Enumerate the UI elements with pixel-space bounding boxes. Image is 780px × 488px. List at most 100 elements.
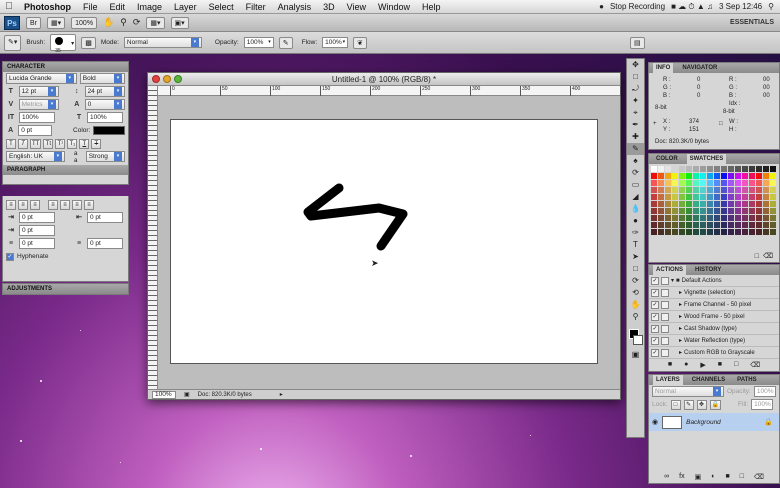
swatch[interactable]: [721, 166, 727, 172]
apple-menu-icon[interactable]: : [0, 1, 18, 12]
swatch[interactable]: [714, 229, 720, 235]
swatch[interactable]: [728, 229, 734, 235]
swatch[interactable]: [707, 173, 713, 179]
adjustments-panel-header[interactable]: ADJUSTMENTS: [3, 284, 128, 294]
swatch[interactable]: [686, 208, 692, 214]
swatch[interactable]: [721, 194, 727, 200]
opacity-field[interactable]: 100% ▾: [243, 37, 274, 48]
fill-field[interactable]: 100%: [751, 399, 774, 410]
minimize-window-button[interactable]: [163, 75, 171, 83]
swatch[interactable]: [756, 173, 762, 179]
tool-preset-picker[interactable]: ✎▾: [4, 34, 22, 51]
move-tool-icon[interactable]: ✥: [627, 59, 644, 71]
stop-recording-button[interactable]: Stop Recording: [610, 2, 665, 11]
swatch[interactable]: [700, 173, 706, 179]
swatch[interactable]: [770, 194, 776, 200]
first-line-indent-field[interactable]: 0 pt: [19, 225, 55, 236]
swatch[interactable]: [665, 201, 671, 207]
brush-panel-toggle[interactable]: ▩: [81, 36, 96, 49]
action-toggle[interactable]: ✓: [651, 276, 659, 285]
swatch[interactable]: [672, 166, 678, 172]
faux-italic-button[interactable]: T: [18, 138, 28, 149]
swatch[interactable]: [742, 166, 748, 172]
swatch[interactable]: [672, 229, 678, 235]
brush-tool-icon[interactable]: ✎: [627, 143, 644, 155]
swatch[interactable]: [686, 187, 692, 193]
swatch[interactable]: [756, 194, 762, 200]
disclosure-icon[interactable]: ▸: [679, 325, 682, 332]
swatch[interactable]: [735, 180, 741, 186]
adjustment-layer-icon[interactable]: ◐: [711, 473, 715, 481]
swatch[interactable]: [763, 208, 769, 214]
action-toggle[interactable]: ✓: [651, 300, 659, 309]
marquee-tool-icon[interactable]: □: [627, 71, 644, 83]
swatch[interactable]: [707, 166, 713, 172]
tab-color[interactable]: COLOR: [653, 154, 681, 164]
3d-orbit-tool-icon[interactable]: ⟲: [627, 287, 644, 299]
swatch[interactable]: [679, 187, 685, 193]
action-set-default[interactable]: ✓ ▾ ■ Default Actions: [649, 275, 779, 287]
swatch[interactable]: [658, 166, 664, 172]
hyphenate-checkbox[interactable]: ✓: [6, 252, 14, 261]
swatch[interactable]: [672, 194, 678, 200]
swatch[interactable]: [693, 166, 699, 172]
swatch[interactable]: [693, 208, 699, 214]
zoom-tool-icon[interactable]: ⚲: [627, 311, 644, 323]
swatch[interactable]: [749, 194, 755, 200]
swatch[interactable]: [770, 222, 776, 228]
swatch[interactable]: [770, 166, 776, 172]
layer-name[interactable]: Background: [686, 419, 721, 426]
tab-channels[interactable]: CHANNELS: [689, 375, 728, 385]
swatch[interactable]: [749, 187, 755, 193]
swatch[interactable]: [735, 194, 741, 200]
swatch[interactable]: [693, 187, 699, 193]
add-mask-icon[interactable]: ▣: [695, 473, 702, 481]
swatch[interactable]: [721, 229, 727, 235]
tab-info[interactable]: INFO: [653, 63, 674, 73]
rotate-view-icon[interactable]: ⟳: [133, 17, 141, 28]
play-icon[interactable]: ▶: [700, 361, 705, 369]
swatch[interactable]: [749, 201, 755, 207]
swatch[interactable]: [749, 166, 755, 172]
font-family-select[interactable]: Lucida Grande ▾: [6, 73, 77, 84]
workspace-switcher[interactable]: ESSENTIALS: [730, 19, 774, 26]
swatch[interactable]: [728, 180, 734, 186]
swatch[interactable]: [665, 222, 671, 228]
new-layer-icon[interactable]: □: [740, 473, 744, 481]
swatch[interactable]: [770, 215, 776, 221]
swatch[interactable]: [749, 208, 755, 214]
vertical-scale-field[interactable]: 100%: [19, 112, 55, 123]
vertical-ruler[interactable]: [148, 86, 158, 389]
swatch[interactable]: [756, 215, 762, 221]
swatch[interactable]: [693, 201, 699, 207]
lasso-tool-icon[interactable]: ⤾: [627, 83, 644, 95]
swatch[interactable]: [693, 229, 699, 235]
dialog-toggle[interactable]: [661, 336, 669, 345]
swatch[interactable]: [742, 173, 748, 179]
type-tool-icon[interactable]: T: [627, 239, 644, 251]
all-caps-button[interactable]: TT: [30, 138, 42, 149]
disclosure-icon[interactable]: ▸: [679, 301, 682, 308]
swatch[interactable]: [665, 208, 671, 214]
layer-visibility-eye-icon[interactable]: ◉: [652, 418, 658, 426]
swatch[interactable]: [651, 180, 657, 186]
menu-view[interactable]: View: [341, 2, 372, 12]
swatch[interactable]: [672, 222, 678, 228]
swatch[interactable]: [714, 208, 720, 214]
swatch[interactable]: [651, 173, 657, 179]
action-toggle[interactable]: ✓: [651, 324, 659, 333]
underline-button[interactable]: T: [79, 138, 90, 149]
swatch[interactable]: [658, 194, 664, 200]
menu-file[interactable]: File: [77, 2, 104, 12]
delete-swatch-icon[interactable]: ⌫: [763, 252, 773, 260]
arrange-documents-button[interactable]: ▦▾: [146, 16, 165, 29]
new-action-icon[interactable]: □: [734, 361, 738, 369]
swatch[interactable]: [742, 180, 748, 186]
swatch[interactable]: [672, 201, 678, 207]
swatch[interactable]: [700, 166, 706, 172]
new-swatch-icon[interactable]: □: [755, 253, 759, 260]
swatch[interactable]: [728, 194, 734, 200]
swatch[interactable]: [763, 201, 769, 207]
swatch[interactable]: [714, 166, 720, 172]
swatch[interactable]: [714, 187, 720, 193]
